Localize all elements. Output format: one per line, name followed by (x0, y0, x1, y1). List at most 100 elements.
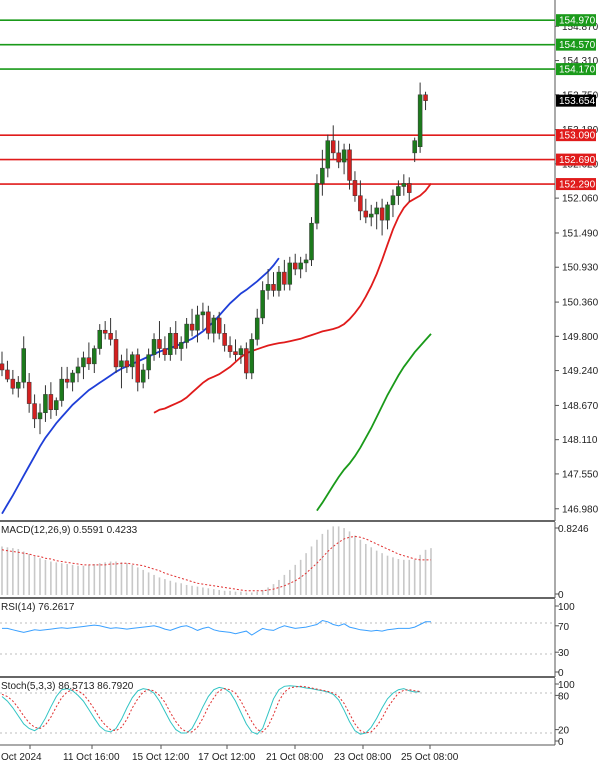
candle-body-bull (417, 94, 423, 148)
candle-body-bull (146, 354, 151, 371)
candle-body-bear (135, 354, 140, 383)
candle-body-bull (43, 394, 48, 414)
macd-histogram (1, 526, 432, 595)
candle-body-bear (379, 207, 385, 221)
candle-body-bear (173, 333, 179, 349)
candle-body-bull (320, 167, 325, 184)
price-tick-label: 149.240 (562, 366, 599, 377)
macd-tick-labels: 0.8246 0 (555, 524, 589, 601)
time-axis-labels: Oct 2024 11 Oct 16:00 15 Oct 12:00 17 Oct 1… (1, 745, 459, 761)
candle-body-bull (81, 357, 86, 368)
candle-body-bear (244, 348, 249, 374)
candle-body-bull (298, 262, 303, 270)
candle-body-bear (330, 140, 336, 154)
time-tick-label: 17 Oct 12:00 (198, 752, 256, 761)
candle-body-bear (32, 403, 37, 420)
price-tick-label: 148.670 (562, 401, 599, 412)
candle-body-bull (412, 140, 417, 154)
candle-body-bear (292, 262, 298, 270)
candle-body-bull (265, 284, 271, 291)
candle-body-bull (390, 195, 396, 206)
rsi-panel: RSI(14) 76.2617 100 70 30 0 (0, 599, 575, 679)
candle-body-bull (211, 317, 217, 334)
candle-body-bull (200, 311, 206, 316)
candle-body-bear (363, 210, 369, 218)
candle-body-bull (92, 348, 97, 365)
candle-body-bear (10, 378, 16, 389)
candle-body-bear (26, 381, 32, 404)
price-tick-label: 147.550 (562, 469, 599, 480)
time-tick-label: 11 Oct 16:00 (63, 752, 120, 761)
candle-body-bull (314, 183, 320, 224)
time-tick-label: Oct 2024 (1, 752, 42, 761)
candle-body-bear (48, 394, 54, 410)
price-tick-label: 151.490 (562, 228, 599, 239)
candle-body-bear (282, 271, 287, 285)
rsi-tick-label: 100 (558, 602, 575, 613)
candle-body-bull (385, 204, 390, 221)
candle-body-bull (119, 360, 124, 368)
stoch-tick-label: 80 (558, 691, 570, 702)
candle-body-bull (401, 183, 407, 187)
candle (309, 217, 314, 267)
stoch-label: Stoch(5,3,3) 86.5713 86.7920 (1, 681, 134, 692)
candle-body-bull (341, 149, 347, 163)
candle-body-bear (0, 363, 5, 371)
candle-body-bear (222, 333, 227, 346)
rsi-label: RSI(14) 76.2617 (1, 602, 75, 613)
candle-body-bear (124, 360, 130, 368)
candle-body-bull (70, 372, 75, 383)
candle-body-bear (423, 94, 428, 101)
candle-body-bull (130, 354, 135, 368)
price-tick-label: 152.060 (562, 194, 599, 205)
level-tag-label: 152.690 (559, 155, 596, 166)
candle-body-bull (309, 222, 314, 261)
macd-tick-label: 0.8246 (558, 524, 589, 535)
candle-body-bull (287, 262, 293, 285)
candle-body-bear (64, 378, 70, 383)
price-tick-label: 148.110 (562, 435, 598, 446)
candle-body-bear (102, 329, 108, 334)
candle-body-bear (108, 333, 113, 340)
candle-body-bull (260, 290, 265, 319)
candle-body-bull (75, 366, 81, 374)
candle-body-bear (86, 357, 92, 365)
candle-body-bear (227, 345, 233, 352)
current-price-label: 153.654 (559, 96, 596, 107)
time-tick-label: 21 Oct 08:00 (266, 752, 324, 761)
candle-body-bear (113, 339, 119, 368)
macd-signal-line (1, 535, 431, 592)
candle-body-bull (178, 342, 184, 349)
candle-body-bear (162, 348, 168, 355)
candle-body-bear (271, 284, 276, 291)
candle-body-bear (206, 311, 211, 334)
macd-panel: MACD(12,26,9) 0.5591 0.4233 0.8246 0 (1, 522, 589, 601)
candle-body-bull (151, 339, 157, 355)
candle-body-bull (374, 207, 379, 215)
candle-body-bull (303, 259, 309, 264)
candle-body-bull (59, 378, 64, 401)
candle-body-bear (407, 183, 412, 193)
rsi-tick-label: 30 (558, 648, 570, 659)
candle-body-bull (195, 314, 200, 331)
level-tag-label: 154.970 (559, 16, 596, 27)
candle-body-bull (254, 317, 260, 340)
candle-body-bear (347, 149, 352, 181)
candle-body-bull (54, 400, 59, 410)
candle-body-bull (238, 348, 244, 355)
candle-body-bear (5, 369, 10, 380)
candle-body-bull (97, 329, 102, 349)
candle (249, 333, 255, 380)
price-tick-label: 146.980 (562, 504, 599, 515)
candle-body-bull (16, 381, 21, 389)
price-tick-label: 150.360 (562, 298, 599, 309)
rsi-tick-label: 0 (558, 668, 564, 679)
candle-body-bear (233, 351, 238, 355)
stoch-tick-labels: 10080 200 (555, 680, 575, 748)
candle-body-bear (189, 323, 195, 331)
level-tag-label: 152.290 (559, 180, 596, 191)
macd-label: MACD(12,26,9) 0.5591 0.4233 (1, 525, 138, 536)
candle-body-bull (37, 412, 43, 420)
level-tag-label: 154.170 (559, 65, 596, 76)
candle-body-bull (184, 323, 189, 343)
